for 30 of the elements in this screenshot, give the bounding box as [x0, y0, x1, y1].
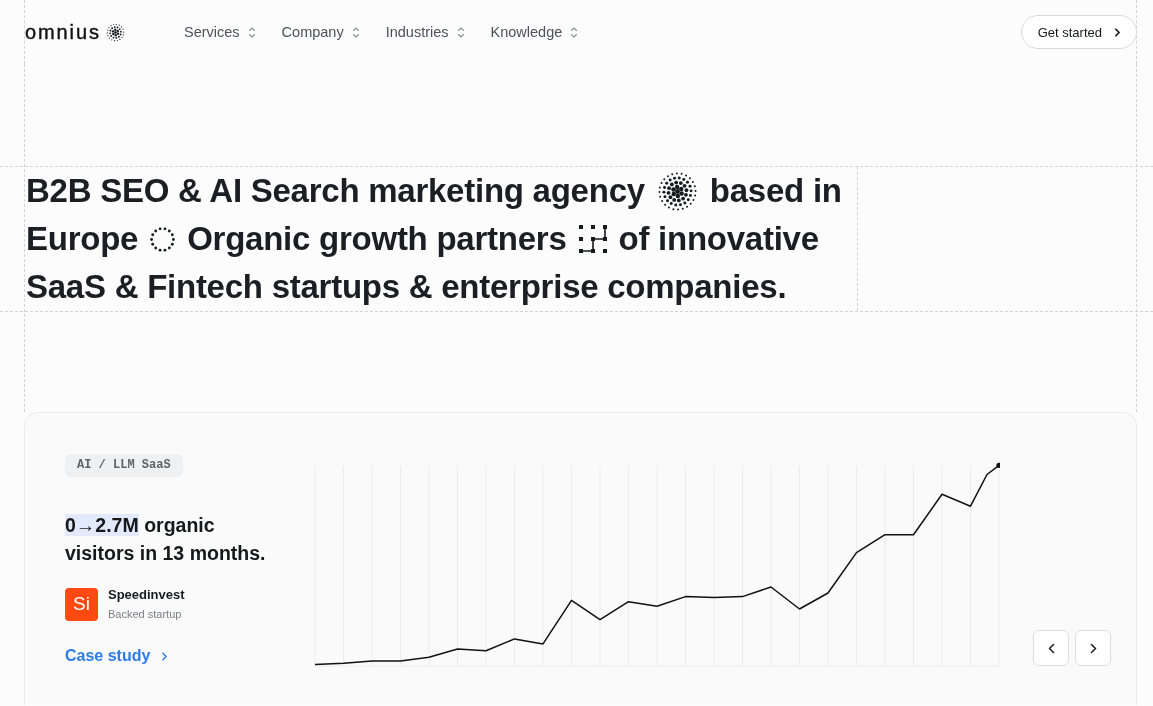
chevron-up-down-icon [570, 26, 579, 38]
chevron-up-down-icon [456, 26, 465, 38]
chevron-up-down-icon [247, 26, 256, 38]
headline-text: B2B SEO & AI Search marketing agency [26, 172, 645, 210]
dotted-sphere-icon [105, 22, 125, 42]
chevron-right-icon [160, 651, 170, 661]
company-name: Speedinvest [108, 587, 185, 603]
next-button[interactable] [1075, 630, 1111, 666]
headline-text: Europe [26, 220, 139, 258]
headline-text: SaaS & Fintech startups & enterprise companies. [26, 268, 787, 306]
nav-menu-button[interactable]: Knowledge [490, 20, 579, 44]
dotted-ring-icon [150, 226, 176, 252]
headline-text: of innovative [618, 220, 819, 258]
chevron-up-down-icon [351, 26, 360, 38]
nav-menu-button[interactable]: Industries [385, 20, 465, 44]
previous-button[interactable] [1033, 630, 1069, 666]
category-tag: AI / LLM SaaS [65, 454, 183, 477]
case-study-link[interactable]: Case study [65, 647, 170, 665]
node-grid-icon [578, 225, 607, 253]
logo-text[interactable]: omnius [25, 22, 101, 42]
headline-text: Organic growth partners [187, 220, 567, 258]
nav-menu-button[interactable]: Services [184, 20, 256, 44]
headline-text: based in [709, 172, 842, 210]
nav-menu-button[interactable]: Company [281, 20, 360, 44]
stat-headline: 0→2.7M organic visitors in 13 months. [65, 513, 267, 566]
company-note: Backed startup [108, 607, 183, 621]
chevron-right-icon [1113, 27, 1122, 37]
dotted-sphere-icon [656, 170, 698, 212]
company-logo: Si [65, 587, 98, 621]
get-started-button[interactable]: Get started [1020, 15, 1137, 49]
